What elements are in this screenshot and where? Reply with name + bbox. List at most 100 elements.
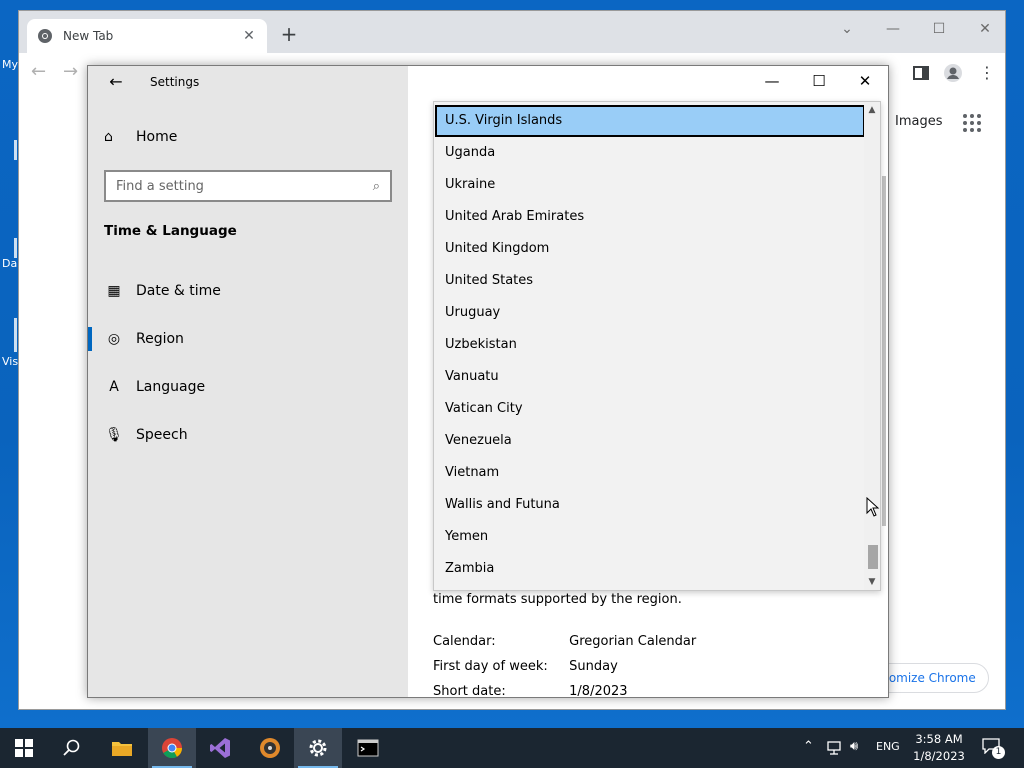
chrome-favicon-icon xyxy=(38,29,52,43)
search-input[interactable] xyxy=(116,178,373,194)
mouse-cursor-icon xyxy=(866,497,880,517)
list-item[interactable]: United States xyxy=(435,265,865,297)
notification-count-badge: 1 xyxy=(992,746,1005,759)
list-item[interactable]: United Arab Emirates xyxy=(435,201,865,233)
sidebar-item-region[interactable]: ◎ Region xyxy=(88,319,408,359)
desktop-icon-label[interactable]: Da xyxy=(2,257,17,270)
language-indicator[interactable]: ENG xyxy=(876,740,900,753)
search-taskbar-button[interactable] xyxy=(48,728,96,768)
search-box[interactable]: ⌕ xyxy=(104,170,392,202)
visual-studio-button[interactable] xyxy=(196,728,244,768)
scroll-down-icon[interactable]: ▼ xyxy=(864,574,880,590)
list-item-selected[interactable]: U.S. Virgin Islands xyxy=(435,105,865,137)
gear-icon xyxy=(309,739,327,757)
scrollbar-thumb[interactable] xyxy=(868,545,878,569)
list-item[interactable]: Zambia xyxy=(435,553,865,585)
list-item[interactable]: Ukraine xyxy=(435,169,865,201)
folder-icon xyxy=(112,742,132,756)
maximize-button[interactable]: ☐ xyxy=(927,21,951,37)
tab-search-icon[interactable]: ⌄ xyxy=(835,21,859,37)
back-button[interactable]: ← xyxy=(104,72,128,94)
language-icon: A xyxy=(109,379,119,395)
close-button[interactable]: ✕ xyxy=(973,21,997,37)
calendar-clock-icon: ▦ xyxy=(107,283,121,299)
clock-date: 1/8/2023 xyxy=(913,749,965,763)
tab-new-tab[interactable]: New Tab ✕ xyxy=(27,19,267,53)
clock-time: 3:58 AM xyxy=(915,732,963,746)
country-listbox[interactable]: U.S. Virgin Islands Uganda Ukraine Unite… xyxy=(433,101,881,591)
list-item[interactable]: United Kingdom xyxy=(435,233,865,265)
taskbar: ⌃ 🔊︎ ENG 3:58 AM 1/8/2023 1 xyxy=(0,728,1024,768)
terminal-icon xyxy=(357,739,379,757)
search-icon[interactable]: ⌕ xyxy=(373,179,380,194)
desktop-icon-label[interactable]: Vis xyxy=(2,355,18,368)
chevron-up-icon[interactable]: ⌃ xyxy=(803,739,814,754)
settings-maximize-button[interactable]: ☐ xyxy=(807,72,831,94)
volume-icon[interactable]: 🔊︎ xyxy=(850,739,858,754)
chrome-taskbar-button[interactable] xyxy=(148,728,196,768)
images-link[interactable]: Images xyxy=(895,114,943,129)
media-player-button[interactable] xyxy=(246,728,294,768)
list-item[interactable]: Wallis and Futuna xyxy=(435,489,865,521)
profile-avatar-icon[interactable] xyxy=(943,63,963,83)
tab-title: New Tab xyxy=(63,29,114,43)
list-item[interactable]: Uruguay xyxy=(435,297,865,329)
format-first-day-row: First day of week: Sunday xyxy=(433,659,618,674)
list-item[interactable]: Yemen xyxy=(435,521,865,553)
globe-icon: ◎ xyxy=(107,331,121,347)
sidebar-item-label: Speech xyxy=(136,427,188,443)
sidebar-item-date-time[interactable]: ▦ Date & time xyxy=(88,271,408,311)
settings-taskbar-button[interactable] xyxy=(294,728,342,768)
settings-minimize-button[interactable]: — xyxy=(760,72,784,94)
list-item[interactable]: Vatican City xyxy=(435,393,865,425)
settings-window: ← Settings ⌂ Home ⌕ Time & Language ▦ Da… xyxy=(87,65,889,698)
list-item[interactable]: Uganda xyxy=(435,137,865,169)
network-icon[interactable] xyxy=(826,740,844,756)
list-item[interactable]: Vietnam xyxy=(435,457,865,489)
new-tab-button[interactable]: + xyxy=(277,23,301,45)
sidebar-item-label: Language xyxy=(136,379,206,395)
settings-close-button[interactable]: ✕ xyxy=(853,72,877,94)
region-format-description: time formats supported by the region. xyxy=(433,592,682,607)
microphone-icon: 🎙 xyxy=(105,427,123,443)
forward-icon[interactable]: → xyxy=(63,61,78,82)
desktop-icon-label[interactable]: My xyxy=(2,58,18,71)
apps-grid-icon[interactable] xyxy=(963,114,981,132)
home-icon: ⌂ xyxy=(104,129,113,145)
sidebar-item-language[interactable]: A Language xyxy=(88,367,408,407)
home-label: Home xyxy=(136,129,178,145)
home-nav-item[interactable]: ⌂ Home xyxy=(104,129,177,145)
section-title: Time & Language xyxy=(104,223,237,239)
desktop-icon[interactable] xyxy=(14,140,17,160)
notification-button[interactable]: 1 xyxy=(982,738,1005,759)
format-key: Calendar: xyxy=(433,634,496,649)
sidebar-item-label: Date & time xyxy=(136,283,221,299)
close-tab-icon[interactable]: ✕ xyxy=(241,28,257,44)
back-icon[interactable]: ← xyxy=(31,61,46,82)
list-item[interactable]: Venezuela xyxy=(435,425,865,457)
list-item[interactable]: Vanuatu xyxy=(435,361,865,393)
file-explorer-button[interactable] xyxy=(98,728,146,768)
settings-sidebar: ← Settings ⌂ Home ⌕ Time & Language ▦ Da… xyxy=(88,66,408,697)
page-scrollbar[interactable] xyxy=(882,176,886,526)
format-value: 1/8/2023 xyxy=(569,684,628,698)
scroll-up-icon[interactable]: ▲ xyxy=(864,102,880,118)
format-value: Gregorian Calendar xyxy=(569,634,697,649)
start-button[interactable] xyxy=(0,728,48,768)
list-item[interactable]: Uzbekistan xyxy=(435,329,865,361)
search-icon xyxy=(63,739,80,756)
sidebar-item-speech[interactable]: 🎙 Speech xyxy=(88,415,408,455)
minimize-button[interactable]: — xyxy=(881,21,905,37)
format-key: Short date: xyxy=(433,684,506,698)
chrome-icon xyxy=(162,738,183,759)
side-panel-icon[interactable] xyxy=(911,63,931,83)
desktop-icon[interactable] xyxy=(14,318,17,352)
windows-logo-icon xyxy=(15,739,33,757)
menu-icon[interactable]: ⋮ xyxy=(977,63,997,83)
format-value: Sunday xyxy=(569,659,618,674)
terminal-button[interactable] xyxy=(344,728,392,768)
clock[interactable]: 3:58 AM 1/8/2023 xyxy=(908,731,970,765)
sidebar-item-label: Region xyxy=(136,331,184,347)
desktop-icon[interactable] xyxy=(14,238,17,258)
format-calendar-row: Calendar: Gregorian Calendar xyxy=(433,634,696,649)
